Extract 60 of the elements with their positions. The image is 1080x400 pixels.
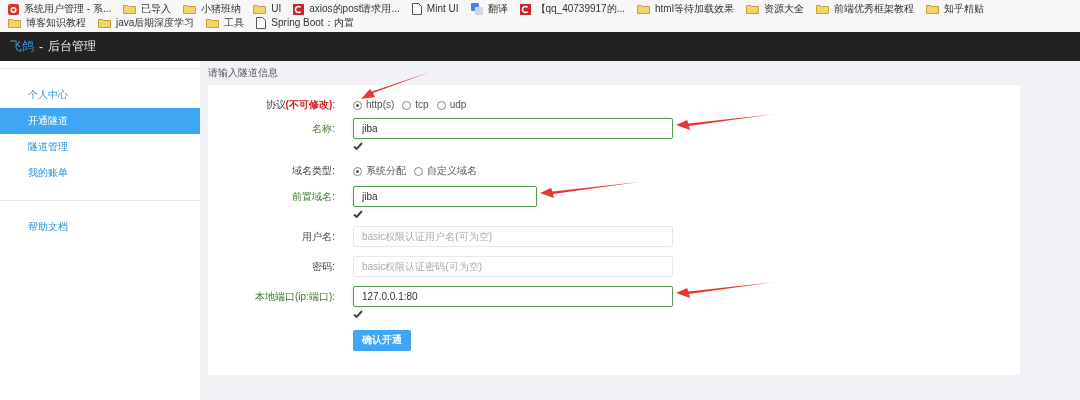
input-field[interactable]: jiba	[353, 186, 537, 207]
app-title: 后台管理	[48, 38, 96, 55]
folder-icon	[183, 4, 197, 14]
page-icon	[256, 17, 267, 29]
radio-option[interactable]: 自定义域名	[414, 164, 477, 178]
bookmark[interactable]: 已导入	[123, 3, 172, 15]
radio-option[interactable]: http(s)	[353, 98, 395, 112]
page-icon	[411, 3, 422, 15]
folder-icon	[745, 4, 759, 14]
folder-icon	[637, 4, 650, 14]
field-label: 协议(不可修改):	[264, 98, 335, 112]
bookmark[interactable]: 知乎精贴	[925, 3, 984, 15]
folder-icon	[815, 4, 829, 14]
bookmark[interactable]: UI	[253, 3, 282, 15]
folder-icon	[253, 4, 267, 14]
input-field[interactable]: basic权限认证用户名(可为空)	[353, 226, 673, 247]
logo-icon	[519, 3, 531, 15]
folder-icon	[206, 18, 220, 28]
bookmark[interactable]: axios的post请求用...	[293, 3, 400, 15]
bookmark[interactable]: 小猪班纳	[183, 3, 242, 15]
bookmark[interactable]: Mint UI	[411, 3, 459, 15]
field-label: 用户名:	[301, 230, 335, 244]
bookmark[interactable]: 【qq_40739917的...	[519, 3, 625, 15]
bookmark[interactable]: 工具	[206, 17, 245, 29]
brand-name[interactable]: 飞鸽	[10, 38, 34, 55]
radio-option[interactable]: 系统分配	[353, 164, 406, 178]
field-label: 前置域名:	[291, 190, 335, 204]
field-label: 名称:	[311, 122, 335, 136]
bookmark[interactable]: java后期深度学习	[98, 17, 195, 29]
input-field[interactable]: 127.0.0.1:80	[353, 286, 673, 307]
field-label: 域名类型:	[291, 164, 335, 178]
sidebar-item[interactable]: 帮助文档	[0, 214, 200, 240]
section-heading: 请输入隧道信息	[208, 67, 279, 79]
field-label: 密码:	[311, 260, 335, 274]
bookmark[interactable]: 博客知识教程	[8, 17, 86, 29]
sidebar-item[interactable]: 个人中心	[0, 82, 200, 108]
separator: -	[39, 39, 43, 54]
sidebar-item[interactable]: 隧道管理	[0, 134, 200, 160]
bookmark[interactable]: 资源大全	[745, 3, 804, 15]
check-icon	[353, 142, 363, 150]
app-icon	[8, 3, 19, 15]
input-field[interactable]: basic权限认证密码(可为空)	[353, 256, 673, 277]
input-field[interactable]: jiba	[353, 118, 673, 139]
bookmark[interactable]: html等待加载效果	[637, 3, 734, 15]
folder-icon	[8, 18, 21, 28]
folder-icon	[123, 4, 137, 14]
folder-icon	[98, 18, 111, 28]
folder-icon	[925, 4, 939, 14]
bookmark[interactable]: Spring Boot：内置	[256, 17, 354, 29]
sidebar-item[interactable]: 我的账单	[0, 160, 200, 186]
field-label: 本地端口(ip:端口):	[254, 290, 335, 304]
logo-icon	[293, 3, 305, 15]
bookmark[interactable]: 系统用户管理 - 系...	[8, 3, 112, 15]
translate-icon	[470, 3, 483, 15]
bookmark[interactable]: 前端优秀框架教程	[815, 3, 914, 15]
bookmark[interactable]: 翻译	[470, 3, 508, 15]
radio-option[interactable]: udp	[436, 98, 467, 112]
check-icon	[353, 210, 363, 218]
radio-option[interactable]: tcp	[402, 98, 429, 112]
check-icon	[353, 310, 363, 318]
